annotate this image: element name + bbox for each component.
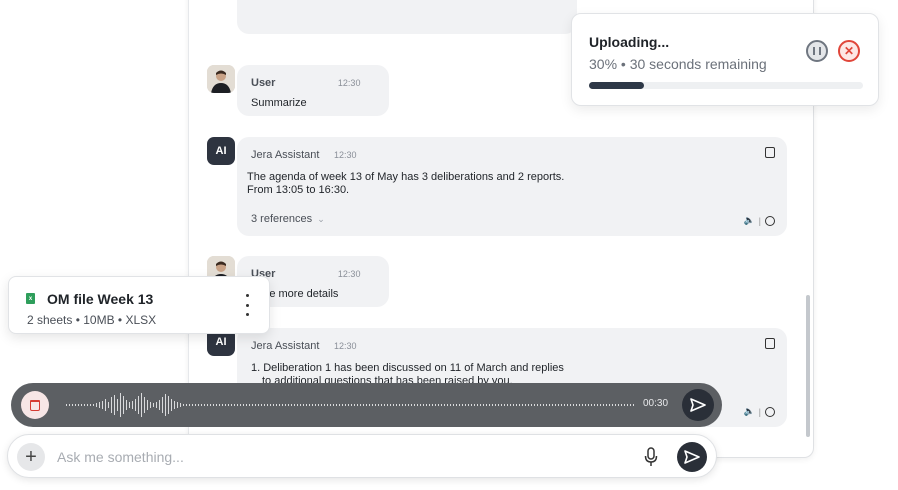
send-recording-button[interactable] [682,389,714,421]
file-name: OM file Week 13 [47,291,154,307]
speaker-icon[interactable]: 🔈 [743,215,754,226]
pause-icon [813,47,821,55]
cancel-upload-button[interactable]: ✕ [838,40,860,62]
trash-icon [30,399,40,411]
upload-progress-bar [589,82,863,89]
ai-avatar: AI [207,137,235,165]
message-text-line: 1. Deliberation 1 has been discussed on … [251,362,564,374]
upload-progress-fill [589,82,644,89]
divider: | [758,215,761,226]
add-attachment-button[interactable]: + [17,443,45,471]
comment-icon[interactable] [765,215,775,226]
upload-status: 30% • 30 seconds remaining [589,56,767,72]
file-card[interactable]: x OM file Week 13 2 sheets • 10MB • XLSX [8,276,270,334]
message-actions: 🔈 | [743,215,775,226]
chevron-down-icon: ⌄ [317,214,325,224]
message-text-line: From 13:05 to 16:30. [247,184,350,196]
copy-icon[interactable] [765,338,775,349]
microphone-icon[interactable] [644,447,658,467]
send-icon [684,450,700,464]
divider: | [758,406,761,417]
comment-icon[interactable] [765,406,775,417]
spreadsheet-icon: x [26,293,35,304]
message-time: 12:30 [333,150,357,160]
copy-icon[interactable] [765,147,775,158]
references-toggle[interactable]: 3 references ⌄ [251,213,773,225]
references-label: 3 references [251,213,313,225]
waveform [66,393,634,417]
file-meta: 2 sheets • 10MB • XLSX [27,313,157,327]
message-time: 12:30 [337,269,361,279]
composer: + [7,434,717,478]
plus-icon: + [25,446,37,468]
voice-recording-bar: 00:30 [11,383,722,427]
more-options-icon[interactable] [244,294,250,316]
upload-title: Uploading... [589,34,670,50]
recording-duration: 00:30 [643,398,669,409]
previous-message-bubble [237,0,577,34]
speaker-icon[interactable]: 🔈 [743,406,754,417]
message-input[interactable] [57,447,617,467]
message-time: 12:30 [337,78,361,88]
user-avatar [207,65,235,93]
message-bubble: User 12:30 Summarize [237,65,389,116]
sender-name: User [251,77,276,89]
sender-name: Jera Assistant [251,340,320,352]
upload-card: Uploading... 30% • 30 seconds remaining … [571,13,879,106]
message-time: 12:30 [333,341,357,351]
send-icon [690,398,706,412]
send-button[interactable] [677,442,707,472]
pause-button[interactable] [806,40,828,62]
sender-name: Jera Assistant [251,149,320,161]
app-stage: User 12:30 Summarize AI Jera Assistant 1… [0,0,898,490]
message-text-line: The agenda of week 13 of May has 3 delib… [247,171,565,183]
message-actions: 🔈 | [743,406,775,417]
message-bubble: Jera Assistant 12:30 The agenda of week … [237,137,787,236]
close-icon: ✕ [843,44,855,58]
delete-recording-button[interactable] [21,391,49,419]
message-text: Summarize [251,97,307,109]
scrollbar[interactable] [806,295,810,437]
